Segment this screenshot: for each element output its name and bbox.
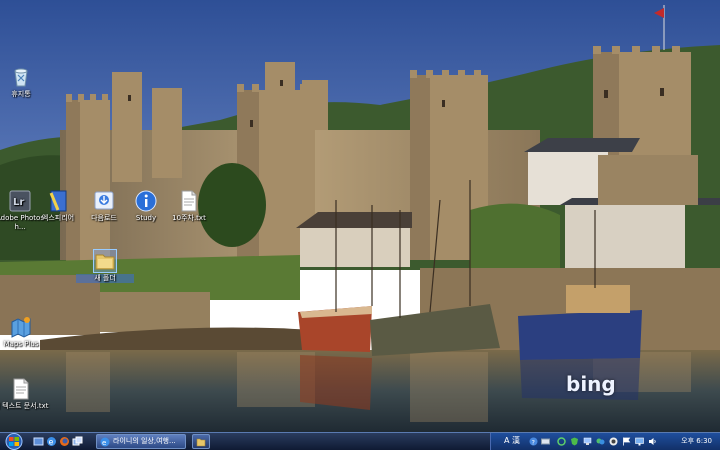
windows-start-orb-icon[interactable] [3,433,25,450]
network-icon[interactable] [583,437,592,446]
lightroom-app-icon: Lr [9,190,31,212]
download-manager-icon [94,191,114,210]
recycle-bin-icon [14,68,28,87]
window-switch-icon[interactable] [72,436,83,447]
folder-icon [196,438,206,447]
monitor-icon[interactable] [635,437,644,446]
taskbar: e e 라이니의 일상,여행... A 漢 ? 오후 6:30 [0,432,720,450]
desktop-icon-recycle-bin[interactable]: 휴지통 [0,66,50,99]
desktop-icon-label: Maps Plus [3,340,39,348]
system-clock[interactable]: 오후 6:30 [681,435,712,447]
desktop-icon-new-folder[interactable]: 새 폴더 [76,249,134,283]
info-folder-icon [135,190,157,212]
desktop-icon-week10-txt[interactable]: 10주차.txt [160,190,218,223]
desktop-icon-label: 새 텍스트 문서.txt [0,402,49,410]
keyboard-icon[interactable] [541,437,550,446]
svg-text:e: e [49,438,54,447]
internet-explorer-icon[interactable]: e [46,436,57,447]
taskbar-button-browser[interactable]: e 라이니의 일상,여행... [96,434,186,449]
flag-icon[interactable] [622,437,631,446]
desktop-icon-label: 휴지통 [11,90,31,98]
svg-text:Lr: Lr [13,197,24,208]
messenger-icon[interactable] [596,437,605,446]
desktop-icon-label: 10주차.txt [172,214,206,222]
svg-text:?: ? [532,439,535,447]
folder-icon [93,249,117,273]
shield-icon[interactable] [570,437,579,446]
maps-app-icon [11,317,31,338]
bing-watermark: bing [566,372,616,396]
desktop[interactable]: 휴지통 Lr Adobe Photosh... 엑스피리어 다음로드 Study… [0,0,720,432]
volume-icon[interactable] [648,437,657,446]
text-file-icon [181,190,197,212]
svg-text:e: e [102,439,106,447]
refresh-icon[interactable] [557,437,566,446]
firefox-icon[interactable] [59,436,70,447]
desktop-icon-new-text-document[interactable]: 새 텍스트 문서.txt [0,378,50,411]
text-file-icon [13,378,29,400]
update-icon[interactable] [609,437,618,446]
desktop-icon-maps-plus[interactable]: Maps Plus [0,316,50,349]
internet-explorer-icon: e [100,437,110,447]
show-desktop-icon[interactable] [33,436,44,447]
application-icon [49,190,67,212]
taskbar-button-label: 라이니의 일상,여행... [113,437,176,445]
ime-indicator[interactable]: A 漢 [504,435,520,447]
taskbar-button-folder[interactable] [192,434,210,449]
system-tray: A 漢 ? 오후 6:30 [490,433,720,450]
desktop-icon-label: 새 폴더 [76,274,134,283]
help-icon[interactable]: ? [529,437,538,446]
